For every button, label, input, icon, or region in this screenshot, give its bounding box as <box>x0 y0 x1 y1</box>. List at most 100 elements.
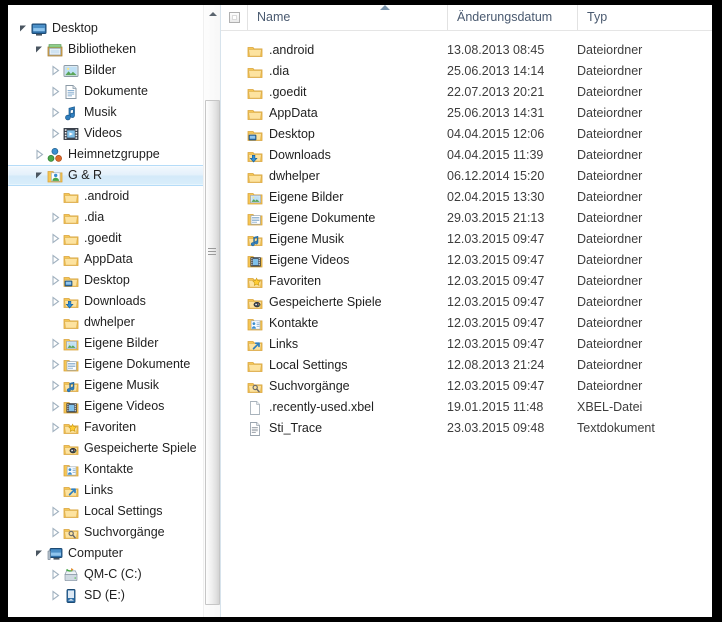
file-row[interactable]: Eigene Dokumente29.03.2015 21:13Dateiord… <box>221 208 712 229</box>
file-name-cell[interactable]: Kontakte <box>221 313 447 334</box>
expander-closed-icon[interactable] <box>48 585 63 606</box>
file-name-cell[interactable]: Eigene Musik <box>221 229 447 250</box>
file-name-cell[interactable]: Gespeicherte Spiele <box>221 292 447 313</box>
expander-closed-icon[interactable] <box>48 417 63 438</box>
file-name-cell[interactable]: Local Settings <box>221 355 447 376</box>
file-row[interactable]: Eigene Bilder02.04.2015 13:30Dateiordner <box>221 187 712 208</box>
expander-closed-icon[interactable] <box>48 207 63 228</box>
file-row[interactable]: Sti_Trace23.03.2015 09:48Textdokument <box>221 418 712 439</box>
tree-item-sd-e[interactable]: SD (E:) <box>8 585 220 606</box>
file-row[interactable]: .recently-used.xbel19.01.2015 11:48XBEL-… <box>221 397 712 418</box>
expander-closed-icon[interactable] <box>48 375 63 396</box>
tree-item-local-settings[interactable]: Local Settings <box>8 501 220 522</box>
file-name-cell[interactable]: AppData <box>221 103 447 124</box>
tree-item-musik[interactable]: Musik <box>8 102 220 123</box>
file-row[interactable]: Desktop04.04.2015 12:06Dateiordner <box>221 124 712 145</box>
file-row[interactable]: .android13.08.2013 08:45Dateiordner <box>221 40 712 61</box>
tree-item-bilder[interactable]: Bilder <box>8 60 220 81</box>
tree-item-dwhelper[interactable]: dwhelper <box>8 312 220 333</box>
file-row[interactable]: Links12.03.2015 09:47Dateiordner <box>221 334 712 355</box>
tree-item-dokumente[interactable]: Dokumente <box>8 81 220 102</box>
expander-closed-icon[interactable] <box>48 249 63 270</box>
expander-closed-icon[interactable] <box>48 564 63 585</box>
expander-closed-icon[interactable] <box>48 123 63 144</box>
tree-item-computer[interactable]: Computer <box>8 543 220 564</box>
tree-item-desktop[interactable]: Desktop <box>8 18 220 39</box>
expander-closed-icon[interactable] <box>48 501 63 522</box>
expander-open-icon[interactable] <box>16 18 31 39</box>
tree-item-gespeicherte-spiele[interactable]: Gespeicherte Spiele <box>8 438 220 459</box>
tree-item-g-r[interactable]: G & R <box>8 165 220 186</box>
file-row[interactable]: AppData25.06.2013 14:31Dateiordner <box>221 103 712 124</box>
file-name-cell[interactable]: .android <box>221 40 447 61</box>
tree-item-goedit[interactable]: .goedit <box>8 228 220 249</box>
file-row[interactable]: Favoriten12.03.2015 09:47Dateiordner <box>221 271 712 292</box>
file-name-cell[interactable]: Eigene Bilder <box>221 187 447 208</box>
tree-item-videos[interactable]: Videos <box>8 123 220 144</box>
tree-item-heimnetzgruppe[interactable]: Heimnetzgruppe <box>8 144 220 165</box>
tree-item-eigene-bilder[interactable]: Eigene Bilder <box>8 333 220 354</box>
file-row[interactable]: .dia25.06.2013 14:14Dateiordner <box>221 61 712 82</box>
tree-item-bibliotheken[interactable]: Bibliotheken <box>8 39 220 60</box>
file-row[interactable]: Local Settings12.08.2013 21:24Dateiordne… <box>221 355 712 376</box>
tree-item-eigene-dokumente[interactable]: Eigene Dokumente <box>8 354 220 375</box>
folder-icon <box>63 231 79 247</box>
tree-item-qm-c-c[interactable]: QM-C (C:) <box>8 564 220 585</box>
tree-item-android[interactable]: .android <box>8 186 220 207</box>
expander-closed-icon[interactable] <box>48 522 63 543</box>
file-row[interactable]: Kontakte12.03.2015 09:47Dateiordner <box>221 313 712 334</box>
expander-closed-icon[interactable] <box>48 333 63 354</box>
expander-open-icon[interactable] <box>32 39 47 60</box>
tree-item-dia[interactable]: .dia <box>8 207 220 228</box>
expander-closed-icon[interactable] <box>32 144 47 165</box>
tree-item-downloads[interactable]: Downloads <box>8 291 220 312</box>
file-name-label: Eigene Videos <box>269 250 349 271</box>
file-row[interactable]: Suchvorgänge12.03.2015 09:47Dateiordner <box>221 376 712 397</box>
file-name-cell[interactable]: .goedit <box>221 82 447 103</box>
expander-closed-icon[interactable] <box>48 60 63 81</box>
column-header-date[interactable]: Änderungsdatum <box>447 5 577 30</box>
file-row[interactable]: Gespeicherte Spiele12.03.2015 09:47Datei… <box>221 292 712 313</box>
file-row[interactable]: Eigene Musik12.03.2015 09:47Dateiordner <box>221 229 712 250</box>
file-name-cell[interactable]: .dia <box>221 61 447 82</box>
tree-item-links[interactable]: Links <box>8 480 220 501</box>
expander-closed-icon[interactable] <box>48 81 63 102</box>
file-name-cell[interactable]: Eigene Videos <box>221 250 447 271</box>
nav-vertical-scrollbar[interactable] <box>203 5 220 617</box>
tree-item-suchvorg-nge[interactable]: Suchvorgänge <box>8 522 220 543</box>
file-name-cell[interactable]: Sti_Trace <box>221 418 447 439</box>
expander-closed-icon[interactable] <box>48 102 63 123</box>
file-name-cell[interactable]: Desktop <box>221 124 447 145</box>
select-all-checkbox[interactable] <box>229 12 240 23</box>
expander-open-icon[interactable] <box>32 543 47 564</box>
scroll-up-arrow-icon[interactable] <box>204 5 220 22</box>
tree-item-desktop[interactable]: Desktop <box>8 270 220 291</box>
file-name-cell[interactable]: Downloads <box>221 145 447 166</box>
file-row[interactable]: Downloads04.04.2015 11:39Dateiordner <box>221 145 712 166</box>
file-name-cell[interactable]: dwhelper <box>221 166 447 187</box>
expander-closed-icon[interactable] <box>48 354 63 375</box>
file-name-cell[interactable]: Links <box>221 334 447 355</box>
column-header-name[interactable]: Name <box>247 5 447 30</box>
expander-closed-icon[interactable] <box>48 270 63 291</box>
file-name-cell[interactable]: Suchvorgänge <box>221 376 447 397</box>
expander-closed-icon[interactable] <box>48 291 63 312</box>
file-row[interactable]: dwhelper06.12.2014 15:20Dateiordner <box>221 166 712 187</box>
tree-item-eigene-musik[interactable]: Eigene Musik <box>8 375 220 396</box>
scrollbar-thumb[interactable] <box>205 100 220 605</box>
column-header-type[interactable]: Typ <box>577 5 712 30</box>
tree-item-kontakte[interactable]: Kontakte <box>8 459 220 480</box>
column-header-select-all[interactable] <box>221 5 247 30</box>
file-name-cell[interactable]: Eigene Dokumente <box>221 208 447 229</box>
expander-open-icon[interactable] <box>32 165 47 186</box>
file-row[interactable]: Eigene Videos12.03.2015 09:47Dateiordner <box>221 250 712 271</box>
tree-item-appdata[interactable]: AppData <box>8 249 220 270</box>
tree-item-favoriten[interactable]: Favoriten <box>8 417 220 438</box>
expander-closed-icon[interactable] <box>48 228 63 249</box>
file-name-cell[interactable]: .recently-used.xbel <box>221 397 447 418</box>
tree-item-eigene-videos[interactable]: Eigene Videos <box>8 396 220 417</box>
file-name-cell[interactable]: Favoriten <box>221 271 447 292</box>
file-row[interactable]: .goedit22.07.2013 20:21Dateiordner <box>221 82 712 103</box>
tree-item-label: .dia <box>84 207 104 228</box>
expander-closed-icon[interactable] <box>48 396 63 417</box>
